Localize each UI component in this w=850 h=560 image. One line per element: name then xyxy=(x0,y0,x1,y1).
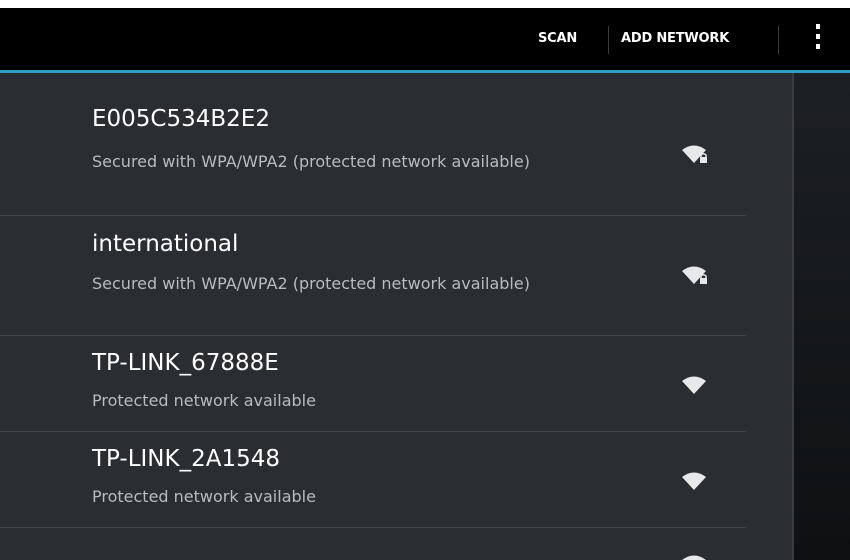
network-row[interactable]: E005C534B2E2 Secured with WPA/WPA2 (prot… xyxy=(0,73,792,215)
overflow-menu-icon[interactable] xyxy=(806,18,830,60)
scan-button[interactable]: SCAN xyxy=(538,8,577,70)
network-list: E005C534B2E2 Secured with WPA/WPA2 (prot… xyxy=(0,73,792,560)
network-row[interactable]: international Secured with WPA/WPA2 (pro… xyxy=(0,216,792,335)
action-divider xyxy=(778,26,779,54)
network-status: Secured with WPA/WPA2 (protected network… xyxy=(92,274,530,293)
panel-edge xyxy=(792,73,794,560)
wifi-icon xyxy=(682,472,706,490)
network-status: Secured with WPA/WPA2 (protected network… xyxy=(92,152,530,171)
network-status: Protected network available xyxy=(92,391,316,410)
network-ssid: E005C534B2E2 xyxy=(92,106,270,132)
wifi-settings-screen: SCAN ADD NETWORK E005C534B2E2 Secured wi… xyxy=(0,8,850,560)
wifi-icon xyxy=(682,555,706,560)
network-row[interactable]: TP-LINK_67888E Protected network availab… xyxy=(0,336,792,431)
wifi-icon xyxy=(682,376,706,394)
action-bar: SCAN ADD NETWORK xyxy=(0,8,850,70)
add-network-button[interactable]: ADD NETWORK xyxy=(621,8,729,70)
network-status: Protected network available xyxy=(92,487,316,506)
action-divider xyxy=(608,26,609,54)
network-ssid: TP-LINK_2A1548 xyxy=(92,446,280,472)
network-ssid: TP-LINK_67888E xyxy=(92,350,279,376)
wifi-lock-icon xyxy=(682,145,707,163)
side-panel xyxy=(792,73,850,560)
network-ssid: international xyxy=(92,231,239,257)
network-row[interactable]: TP-LINK_2A1548 Protected network availab… xyxy=(0,432,792,527)
wifi-lock-icon xyxy=(682,266,707,284)
row-divider xyxy=(0,527,746,528)
